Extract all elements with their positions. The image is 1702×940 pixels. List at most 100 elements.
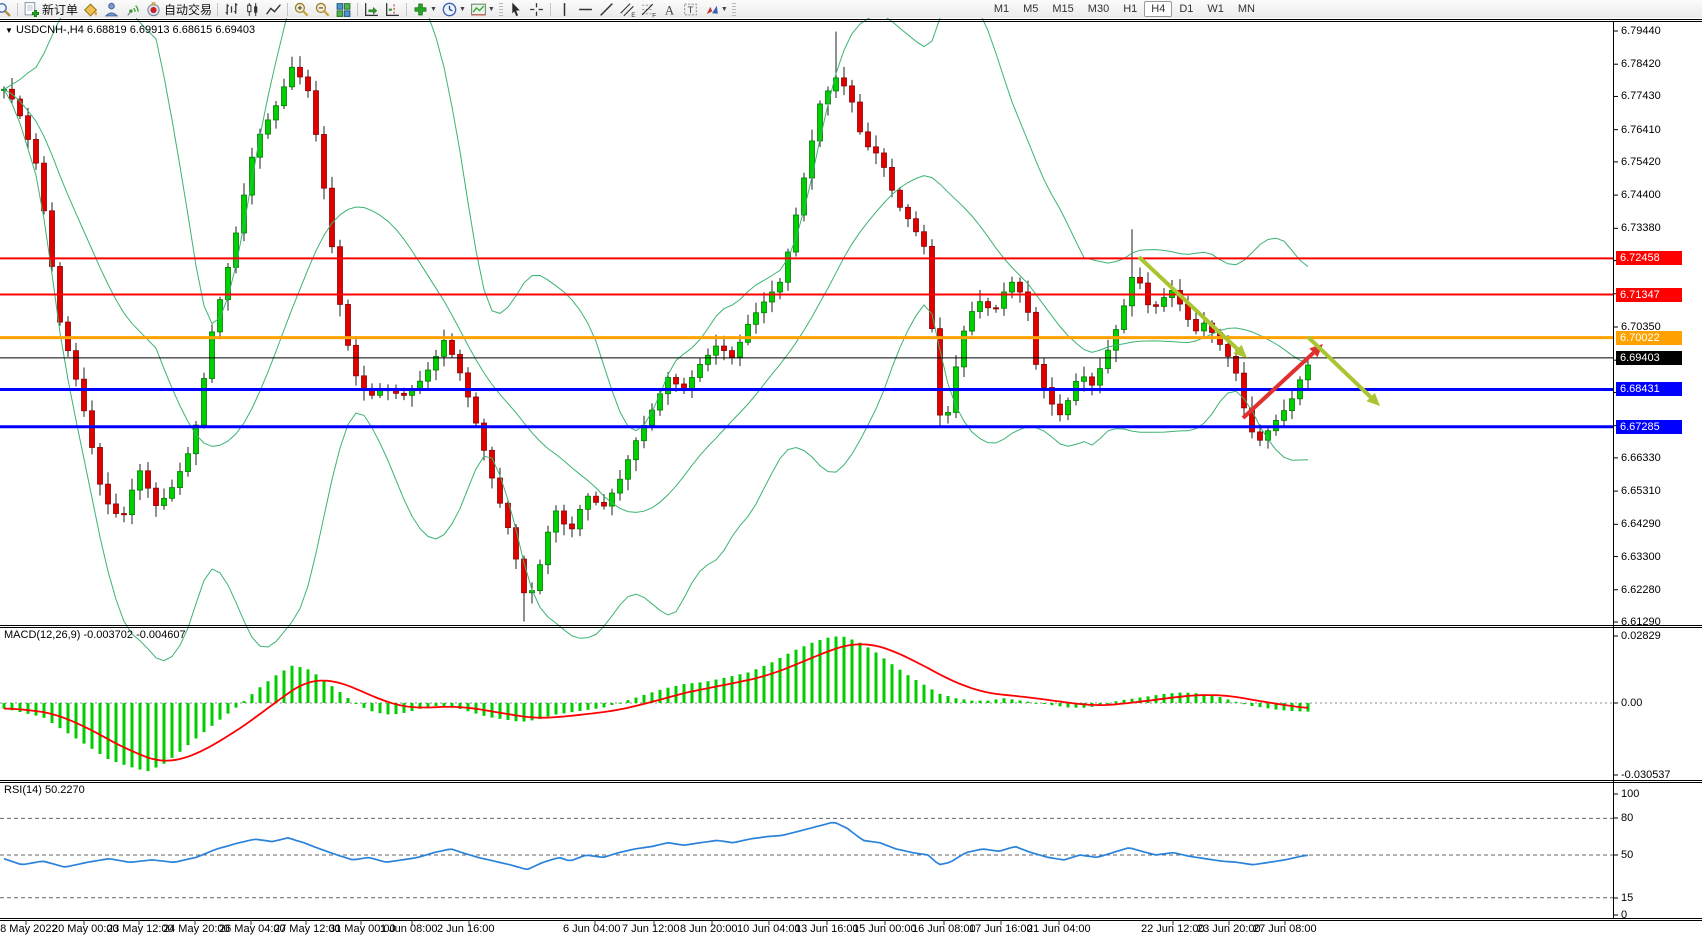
chart-title: ▼ USDCNH-,H4 6.68819 6.69913 6.68615 6.6… xyxy=(5,24,255,36)
timeframe-button-d1[interactable]: D1 xyxy=(1172,1,1200,17)
templates-button[interactable]: ▼ xyxy=(468,1,497,18)
fibonacci-icon[interactable]: F xyxy=(638,1,659,18)
macd-tick-label: -0.030537 xyxy=(1621,769,1671,781)
chart-shift-icon[interactable] xyxy=(382,1,403,18)
chevron-down-icon[interactable]: ▼ xyxy=(459,6,466,13)
chevron-down-icon[interactable]: ▼ xyxy=(488,6,495,13)
chevron-down-icon[interactable]: ▼ xyxy=(721,6,728,13)
timeframe-button-m15[interactable]: M15 xyxy=(1045,1,1080,17)
arrows-tool-button[interactable]: ▼ xyxy=(701,1,730,18)
cursor-icon[interactable] xyxy=(505,1,526,18)
price-tick-label: 6.62280 xyxy=(1621,584,1661,596)
timeframe-button-h1[interactable]: H1 xyxy=(1116,1,1144,17)
time-axis-label: 21 Jun 04:00 xyxy=(1027,923,1091,935)
price-tick-label: 6.65310 xyxy=(1621,485,1661,497)
panel-splitter-rsi[interactable] xyxy=(0,778,1613,784)
timeframe-button-mn[interactable]: MN xyxy=(1231,1,1262,17)
vertical-line-icon[interactable] xyxy=(554,1,575,18)
toolbar-separator xyxy=(17,3,18,16)
time-scale[interactable]: 18 May 202220 May 00:0023 May 12:0024 Ma… xyxy=(0,920,1613,940)
timeframe-button-w1[interactable]: W1 xyxy=(1200,1,1231,17)
toolbar-separator xyxy=(287,3,288,16)
auto-scroll-icon[interactable] xyxy=(361,1,382,18)
time-axis-label: 23 Jun 20:00 xyxy=(1197,923,1261,935)
toolbar-separator xyxy=(357,3,358,16)
timeframe-button-m1[interactable]: M1 xyxy=(987,1,1016,17)
timeframe-button-m5[interactable]: M5 xyxy=(1016,1,1045,17)
chevron-down-icon[interactable]: ▼ xyxy=(430,6,437,13)
zoom-in-icon[interactable] xyxy=(291,1,312,18)
rsi-tick-label: 80 xyxy=(1621,812,1633,824)
price-line-label: 6.67285 xyxy=(1616,420,1682,434)
auto-trading-button-label: 自动交易 xyxy=(164,1,212,18)
new-order-button[interactable]: 新订单 xyxy=(21,1,80,18)
periods-button[interactable]: ▼ xyxy=(439,1,468,18)
toolbar-drag-handle[interactable] xyxy=(732,3,736,16)
time-axis-label: 16 Jun 08:00 xyxy=(912,923,976,935)
time-axis-label: 17 Jun 16:00 xyxy=(969,923,1033,935)
time-axis-label: 15 Jun 00:00 xyxy=(853,923,917,935)
symbol-period-label: USDCNH-,H4 xyxy=(16,24,84,36)
text-icon[interactable]: A xyxy=(659,1,680,18)
main-toolbar: 新订单 自动交易 ▼ ▼ ▼ E F A T ▼ M1M5M15M30H1H4D1W1MN xyxy=(0,0,1702,18)
price-tick-label: 6.78420 xyxy=(1621,58,1661,70)
price-line-label: 6.69403 xyxy=(1616,351,1682,365)
rsi-tick-label: 50 xyxy=(1621,849,1633,861)
bar-chart-icon[interactable] xyxy=(221,1,242,18)
macd-tick-label: 0.00 xyxy=(1621,697,1642,709)
svg-text:A: A xyxy=(665,3,675,17)
horizontal-line-icon[interactable] xyxy=(575,1,596,18)
time-axis-label: 18 May 2022 xyxy=(0,923,58,935)
timeframe-button-h4[interactable]: H4 xyxy=(1144,1,1172,17)
chart-search-icon[interactable] xyxy=(0,1,14,18)
price-tick-label: 6.64290 xyxy=(1621,518,1661,530)
svg-text:T: T xyxy=(687,5,693,16)
symbol-dropdown-icon[interactable]: ▼ xyxy=(5,26,13,35)
timeframe-toolbar: M1M5M15M30H1H4D1W1MN xyxy=(987,1,1262,17)
rsi-indicator-label: RSI(14) 50.2270 xyxy=(4,784,85,796)
price-tick-label: 6.75420 xyxy=(1621,156,1661,168)
text-label-icon[interactable]: T xyxy=(680,1,701,18)
profile-icon[interactable] xyxy=(101,1,122,18)
price-tick-label: 6.73380 xyxy=(1621,222,1661,234)
time-axis-label: 13 Jun 16:00 xyxy=(795,923,859,935)
tile-windows-icon[interactable] xyxy=(333,1,354,18)
panel-splitter-macd[interactable] xyxy=(0,623,1613,629)
toolbar-separator xyxy=(550,3,551,16)
mt4-terminal: { "toolbar": { "new_order_label": "新订单",… xyxy=(0,0,1702,940)
svg-text:F: F xyxy=(652,12,656,18)
signals-icon[interactable] xyxy=(122,1,143,18)
zoom-out-icon[interactable] xyxy=(312,1,333,18)
rsi-tick-label: 0 xyxy=(1621,909,1627,921)
candlestick-chart-icon[interactable] xyxy=(242,1,263,18)
trendline-icon[interactable] xyxy=(596,1,617,18)
indicators-button[interactable]: ▼ xyxy=(410,1,439,18)
time-axis-label: 10 Jun 04:00 xyxy=(737,923,801,935)
time-axis-label: 8 Jun 20:00 xyxy=(680,923,738,935)
toolbar-drag-handle[interactable] xyxy=(499,3,503,16)
macd-tick-label: 0.02829 xyxy=(1621,630,1661,642)
line-chart-icon[interactable] xyxy=(263,1,284,18)
price-tick-label: 6.61290 xyxy=(1621,616,1661,628)
rsi-tick-label: 100 xyxy=(1621,788,1639,800)
chart-canvas[interactable] xyxy=(0,0,1702,940)
timeframe-button-m30[interactable]: M30 xyxy=(1081,1,1116,17)
macd-indicator-label: MACD(12,26,9) -0.003702 -0.004607 xyxy=(4,629,186,641)
svg-text:E: E xyxy=(631,11,635,17)
price-line-label: 6.68431 xyxy=(1616,382,1682,396)
time-axis-label: 6 Jun 04:00 xyxy=(563,923,621,935)
crosshair-icon[interactable] xyxy=(526,1,547,18)
price-line-label: 6.71347 xyxy=(1616,288,1682,302)
price-tick-label: 6.79440 xyxy=(1621,25,1661,37)
price-line-label: 6.72458 xyxy=(1616,251,1682,265)
time-axis-label: 2 Jun 16:00 xyxy=(437,923,495,935)
ohlc-values: 6.68819 6.69913 6.68615 6.69403 xyxy=(87,24,255,36)
toolbar-separator xyxy=(217,3,218,16)
price-tick-label: 6.63300 xyxy=(1621,551,1661,563)
equidistant-channel-icon[interactable]: E xyxy=(617,1,638,18)
time-axis-label: 1 Jun 08:00 xyxy=(380,923,438,935)
styles-bucket-icon[interactable] xyxy=(80,1,101,18)
time-axis-label: 7 Jun 12:00 xyxy=(622,923,680,935)
auto-trading-button[interactable]: 自动交易 xyxy=(143,1,214,18)
time-axis-label: 22 Jun 12:00 xyxy=(1141,923,1205,935)
